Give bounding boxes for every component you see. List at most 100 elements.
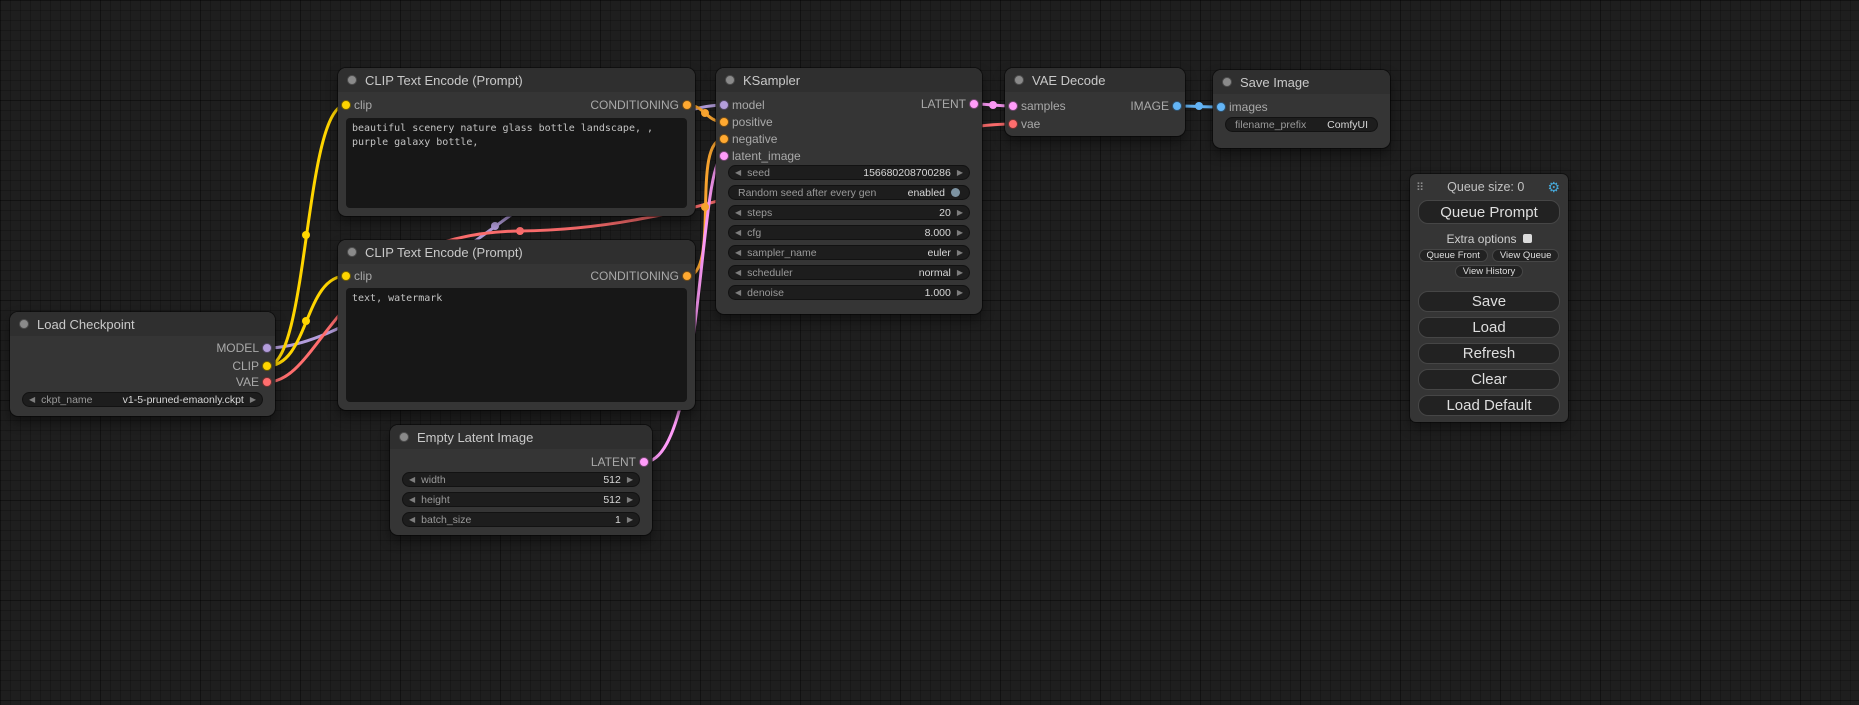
refresh-button[interactable]: Refresh	[1418, 343, 1560, 364]
output-pin-image[interactable]	[1172, 101, 1182, 111]
node-titlebar[interactable]: Empty Latent Image	[390, 425, 652, 449]
node-clip-text-encode-negative[interactable]: CLIP Text Encode (Prompt) clip CONDITION…	[338, 240, 695, 410]
input-pin-samples[interactable]	[1008, 101, 1018, 111]
drag-handle-icon[interactable]: ⠿	[1416, 181, 1424, 194]
collapse-toggle-icon[interactable]	[347, 247, 357, 257]
load-button[interactable]: Load	[1418, 317, 1560, 338]
output-pin-conditioning[interactable]	[682, 100, 692, 110]
widget-filename-prefix[interactable]: filename_prefix ComfyUI	[1225, 117, 1378, 132]
widget-denoise[interactable]: ◀ denoise 1.000 ▶	[728, 285, 970, 300]
widget-label: filename_prefix	[1235, 119, 1306, 131]
comfy-menu[interactable]: ⠿ Queue size: 0 ⚙ Queue Prompt Extra opt…	[1410, 174, 1568, 422]
load-default-button[interactable]: Load Default	[1418, 395, 1560, 416]
queue-prompt-button[interactable]: Queue Prompt	[1418, 200, 1560, 224]
collapse-toggle-icon[interactable]	[399, 432, 409, 442]
decrement-arrow-icon[interactable]: ◀	[729, 206, 747, 219]
widget-sampler-name[interactable]: ◀ sampler_name euler ▶	[728, 245, 970, 260]
decrement-arrow-icon[interactable]: ◀	[403, 513, 421, 526]
increment-arrow-icon[interactable]: ▶	[951, 286, 969, 299]
widget-value: 20	[939, 207, 951, 219]
output-slot-latent: LATENT	[921, 96, 966, 112]
increment-arrow-icon[interactable]: ▶	[951, 226, 969, 239]
widget-height[interactable]: ◀ height 512 ▶	[402, 492, 640, 507]
node-titlebar[interactable]: Load Checkpoint	[10, 312, 275, 336]
queue-front-button[interactable]: Queue Front	[1419, 249, 1488, 262]
widget-width[interactable]: ◀ width 512 ▶	[402, 472, 640, 487]
extra-options-checkbox[interactable]	[1523, 234, 1532, 243]
decrement-arrow-icon[interactable]: ◀	[729, 286, 747, 299]
widget-cfg[interactable]: ◀ cfg 8.000 ▶	[728, 225, 970, 240]
output-pin-latent[interactable]	[969, 99, 979, 109]
input-pin-latent-image[interactable]	[719, 151, 729, 161]
node-titlebar[interactable]: CLIP Text Encode (Prompt)	[338, 68, 695, 92]
output-pin-clip[interactable]	[262, 361, 272, 371]
node-save-image[interactable]: Save Image images filename_prefix ComfyU…	[1213, 70, 1390, 148]
increment-arrow-icon[interactable]: ▶	[621, 513, 639, 526]
node-vae-decode[interactable]: VAE Decode samples vae IMAGE	[1005, 68, 1185, 136]
decrement-arrow-icon[interactable]: ◀	[729, 246, 747, 259]
widget-random-seed-toggle[interactable]: Random seed after every gen enabled	[728, 185, 970, 200]
widget-label: batch_size	[421, 514, 471, 526]
increment-arrow-icon[interactable]: ▶	[244, 393, 262, 406]
increment-arrow-icon[interactable]: ▶	[621, 473, 639, 486]
widget-value: 512	[603, 494, 621, 506]
input-pin-model[interactable]	[719, 100, 729, 110]
collapse-toggle-icon[interactable]	[347, 75, 357, 85]
collapse-toggle-icon[interactable]	[19, 319, 29, 329]
increment-arrow-icon[interactable]: ▶	[951, 246, 969, 259]
node-title: KSampler	[743, 73, 800, 88]
view-queue-button[interactable]: View Queue	[1492, 249, 1560, 262]
widget-seed[interactable]: ◀ seed 156680208700286 ▶	[728, 165, 970, 180]
decrement-arrow-icon[interactable]: ◀	[729, 266, 747, 279]
node-titlebar[interactable]: CLIP Text Encode (Prompt)	[338, 240, 695, 264]
view-history-button[interactable]: View History	[1455, 265, 1524, 278]
node-title: VAE Decode	[1032, 73, 1105, 88]
settings-gear-icon[interactable]: ⚙	[1547, 179, 1560, 196]
slot-label: positive	[732, 115, 773, 129]
collapse-toggle-icon[interactable]	[1014, 75, 1024, 85]
widget-batch-size[interactable]: ◀ batch_size 1 ▶	[402, 512, 640, 527]
collapse-toggle-icon[interactable]	[725, 75, 735, 85]
increment-arrow-icon[interactable]: ▶	[951, 266, 969, 279]
output-pin-model[interactable]	[262, 343, 272, 353]
save-button[interactable]: Save	[1418, 291, 1560, 312]
increment-arrow-icon[interactable]: ▶	[951, 166, 969, 179]
node-ksampler[interactable]: KSampler model positive negative latent_…	[716, 68, 982, 314]
widget-scheduler[interactable]: ◀ scheduler normal ▶	[728, 265, 970, 280]
input-pin-clip[interactable]	[341, 100, 351, 110]
slot-label: samples	[1021, 99, 1066, 113]
input-pin-images[interactable]	[1216, 102, 1226, 112]
decrement-arrow-icon[interactable]: ◀	[403, 493, 421, 506]
widget-value: 1.000	[925, 287, 951, 299]
slot-label: model	[732, 98, 765, 112]
increment-arrow-icon[interactable]: ▶	[621, 493, 639, 506]
output-slot-model: MODEL	[216, 340, 259, 356]
toggle-knob-icon[interactable]	[951, 188, 960, 197]
link-midpoint-dot	[701, 203, 709, 211]
increment-arrow-icon[interactable]: ▶	[951, 206, 969, 219]
widget-value: 8.000	[925, 227, 951, 239]
output-pin-latent[interactable]	[639, 457, 649, 467]
node-titlebar[interactable]: Save Image	[1213, 70, 1390, 94]
widget-steps[interactable]: ◀ steps 20 ▶	[728, 205, 970, 220]
node-titlebar[interactable]: VAE Decode	[1005, 68, 1185, 92]
decrement-arrow-icon[interactable]: ◀	[729, 226, 747, 239]
node-empty-latent-image[interactable]: Empty Latent Image LATENT ◀ width 512 ▶ …	[390, 425, 652, 535]
prompt-textarea[interactable]: text, watermark	[346, 288, 687, 402]
decrement-arrow-icon[interactable]: ◀	[23, 393, 41, 406]
prompt-textarea[interactable]: beautiful scenery nature glass bottle la…	[346, 118, 687, 208]
node-load-checkpoint[interactable]: Load Checkpoint MODEL CLIP VAE ◀ ckpt_na…	[10, 312, 275, 416]
decrement-arrow-icon[interactable]: ◀	[403, 473, 421, 486]
clear-button[interactable]: Clear	[1418, 369, 1560, 390]
input-pin-negative[interactable]	[719, 134, 729, 144]
input-pin-vae[interactable]	[1008, 119, 1018, 129]
decrement-arrow-icon[interactable]: ◀	[729, 166, 747, 179]
output-pin-vae[interactable]	[262, 377, 272, 387]
node-clip-text-encode-positive[interactable]: CLIP Text Encode (Prompt) clip CONDITION…	[338, 68, 695, 216]
node-titlebar[interactable]: KSampler	[716, 68, 982, 92]
widget-ckpt-name[interactable]: ◀ ckpt_name v1-5-pruned-emaonly.ckpt ▶	[22, 392, 263, 407]
input-pin-positive[interactable]	[719, 117, 729, 127]
input-pin-clip[interactable]	[341, 271, 351, 281]
output-pin-conditioning[interactable]	[682, 271, 692, 281]
collapse-toggle-icon[interactable]	[1222, 77, 1232, 87]
